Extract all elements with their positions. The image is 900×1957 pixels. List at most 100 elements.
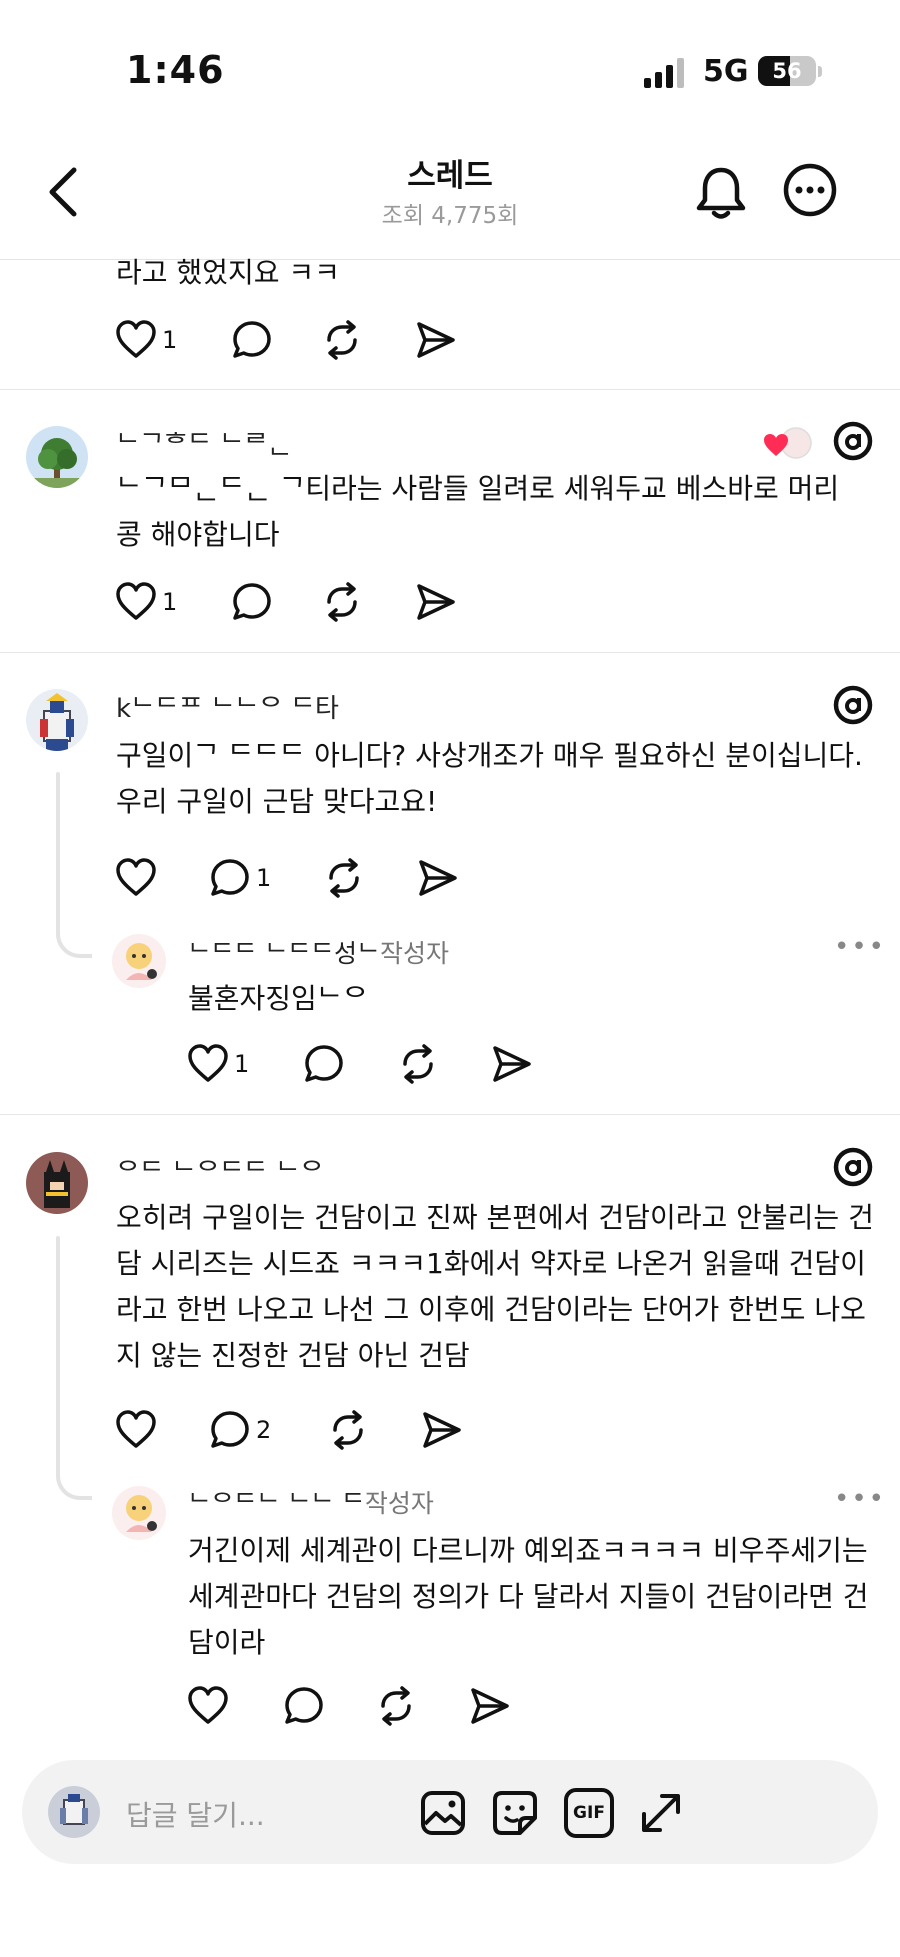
liked-by-author-badge — [764, 426, 814, 462]
comment-button[interactable] — [302, 1040, 346, 1088]
more-icon[interactable] — [782, 162, 838, 218]
repost-icon — [403, 1044, 433, 1084]
repost-button[interactable] — [320, 316, 364, 364]
gif-button[interactable]: GIF — [564, 1788, 614, 1838]
like-button[interactable]: 1 — [114, 578, 177, 626]
thread-connector — [56, 772, 60, 932]
heart-icon — [116, 858, 156, 896]
repost-button[interactable] — [326, 1406, 370, 1454]
repost-icon — [329, 858, 359, 898]
reply-input[interactable]: 답글 달기... — [126, 1794, 265, 1834]
reply-actions: 1 — [186, 1040, 586, 1088]
post-text: 구일이ᄀ ᄃᄃᄃ 아니다? 사상개조가 매우 필요하신 분이십니다. 우리 구일… — [116, 739, 863, 818]
share-button[interactable] — [420, 1406, 464, 1454]
reply-text: 불혼자징임ᄂᄋ — [188, 982, 369, 1015]
gif-label: GIF — [573, 1803, 605, 1823]
post-text: 라고 했었지요 ㅋㅋ — [116, 256, 340, 289]
share-button[interactable] — [414, 316, 458, 364]
repost-icon — [381, 1686, 411, 1726]
repost-icon — [327, 582, 357, 622]
reply-text: 거긴이제 세계관이 다르니까 예외죠ㅋㅋㅋㅋ 비우주세기는 세계관마다 건담의 … — [188, 1534, 869, 1659]
bell-icon[interactable] — [694, 164, 748, 224]
like-count: 1 — [162, 588, 178, 616]
post-actions: 1 — [114, 578, 514, 626]
share-button[interactable] — [414, 578, 458, 626]
thread-connector-curve — [56, 1464, 92, 1500]
thread-connector-curve — [56, 922, 92, 958]
avatar[interactable] — [26, 426, 88, 488]
like-button[interactable]: 1 — [114, 316, 177, 364]
reply-more-button[interactable]: ••• — [834, 932, 886, 962]
repost-button[interactable] — [322, 854, 366, 902]
heart-icon — [116, 320, 156, 358]
reply-author-name[interactable]: ᄂᄋᄃᄂ ᄂᄂ ᄃ작성자 — [188, 1484, 434, 1520]
repost-icon — [327, 320, 357, 360]
share-button[interactable] — [416, 854, 460, 902]
comment-count: 1 — [256, 864, 272, 892]
comment-icon — [305, 1045, 343, 1082]
author-tag: 작성자 — [364, 1489, 434, 1518]
divider — [0, 389, 900, 390]
network-label: 5G — [703, 54, 749, 89]
repost-button[interactable] — [320, 578, 364, 626]
like-button[interactable] — [186, 1682, 234, 1730]
reply-avatar[interactable] — [112, 934, 166, 988]
comment-button[interactable]: 1 — [208, 854, 271, 902]
comment-icon — [233, 583, 271, 620]
view-count: 조회 4,775회 — [381, 203, 519, 229]
threads-icon — [833, 421, 873, 461]
share-icon — [471, 1688, 509, 1724]
page-title: 스레드 — [407, 158, 493, 194]
author-name[interactable]: ᄋᄃ ᄂᄋᄃᄃ ᄂᄋ — [116, 1152, 324, 1189]
comment-button[interactable] — [230, 316, 274, 364]
expand-icon[interactable] — [636, 1788, 686, 1838]
avatar[interactable] — [26, 689, 88, 751]
comment-icon — [211, 859, 249, 896]
sticker-icon[interactable] — [490, 1788, 540, 1838]
divider — [0, 1114, 900, 1115]
author-tag: 작성자 — [379, 939, 449, 968]
repost-button[interactable] — [396, 1040, 440, 1088]
comment-button[interactable] — [282, 1682, 326, 1730]
threads-icon — [833, 685, 873, 725]
share-icon — [417, 584, 455, 620]
comment-icon — [233, 321, 271, 358]
reply-more-button[interactable]: ••• — [834, 1484, 886, 1514]
share-icon — [419, 860, 457, 896]
comment-icon — [211, 1411, 249, 1448]
post-text: ᄂᄀᄆᆫᄃᆫ ᄀ티라는 사람들 일려로 세워두교 베스바로 머리 콩 해야합니다 — [116, 472, 840, 551]
image-icon[interactable] — [418, 1788, 468, 1838]
battery-tip — [818, 66, 822, 77]
share-icon — [423, 1412, 461, 1448]
avatar[interactable] — [26, 1152, 88, 1214]
my-avatar — [48, 1786, 100, 1838]
status-bar: 1:46 5G 56 — [0, 0, 900, 140]
reply-author: ᄂᄋᄃᄂ ᄂᄂ ᄃ — [188, 1489, 365, 1518]
comment-icon — [285, 1687, 323, 1724]
like-button[interactable] — [114, 1406, 162, 1454]
like-button[interactable]: 1 — [186, 1040, 249, 1088]
like-button[interactable] — [114, 854, 162, 902]
reply-composer[interactable]: 답글 달기... GIF — [22, 1760, 878, 1864]
signal-icon — [644, 58, 684, 88]
heart-icon — [188, 1044, 228, 1082]
share-button[interactable] — [468, 1682, 512, 1730]
repost-button[interactable] — [374, 1682, 418, 1730]
share-button[interactable] — [490, 1040, 534, 1088]
reply-author-name[interactable]: ᄂᄃᄃ ᄂᄃᄃ성ᄂ작성자 — [188, 934, 449, 970]
reply-author: ᄂᄃᄃ ᄂᄃᄃ성ᄂ — [188, 939, 380, 968]
post-actions: 1 — [114, 316, 514, 364]
author-name[interactable]: ᄂᄀᄒᄃ ᄂᄅᆫ — [116, 424, 292, 461]
like-count: 1 — [234, 1050, 250, 1078]
heart-icon — [116, 1410, 156, 1448]
reply-actions — [186, 1682, 586, 1730]
comment-button[interactable]: 2 — [208, 1406, 271, 1454]
heart-icon — [116, 582, 156, 620]
battery-icon: 56 — [758, 56, 816, 86]
comment-button[interactable] — [230, 578, 274, 626]
reply-avatar[interactable] — [112, 1486, 166, 1540]
divider — [0, 652, 900, 653]
author-name[interactable]: kᄂᄃᄑ ᄂᄂᄋ ᄃ타 — [116, 688, 339, 725]
post-text: 오히려 구일이는 건담이고 진짜 본편에서 건담이라고 안불리는 건담 시리즈는… — [116, 1201, 874, 1372]
post-actions: 2 — [114, 1406, 514, 1454]
